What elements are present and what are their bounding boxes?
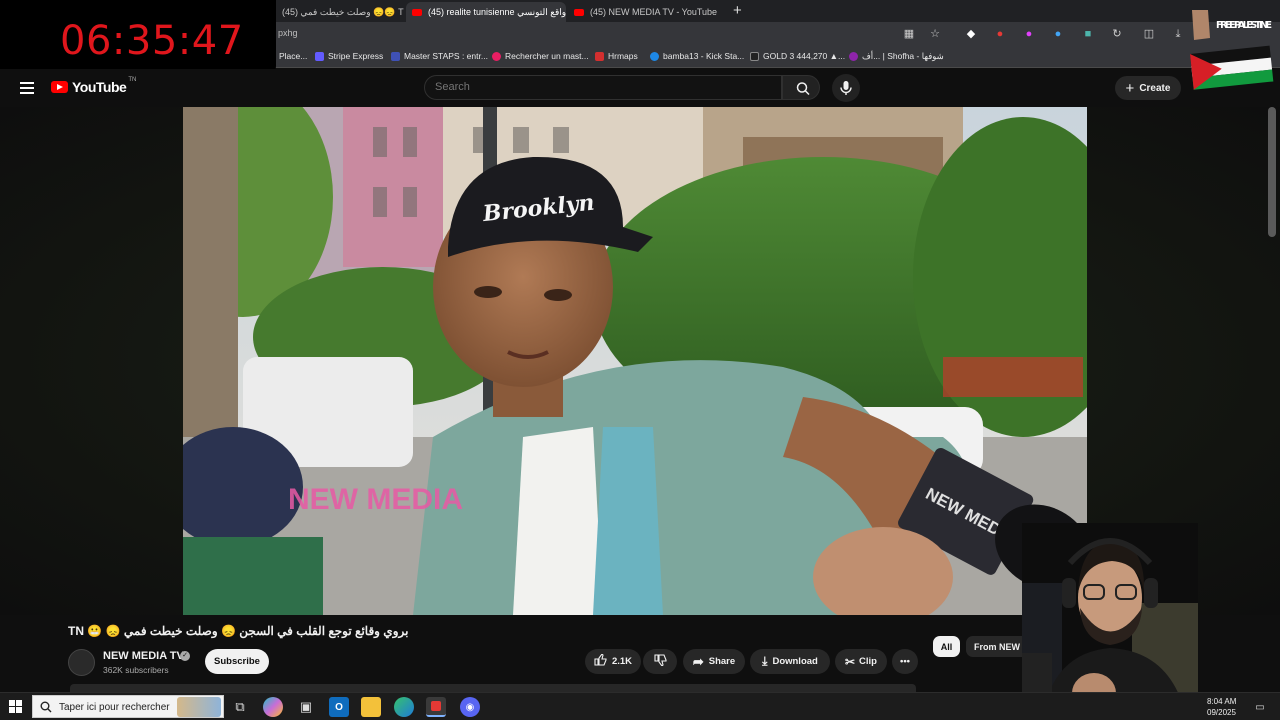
subscriber-count: 362K subscribers — [103, 665, 169, 675]
refresh-extension-icon[interactable]: ↻ — [1110, 27, 1124, 41]
youtube-header: YouTube TN + Create — [0, 69, 1280, 107]
search-icon — [40, 701, 52, 713]
search-icon — [796, 82, 810, 96]
bookmark-favicon-icon — [391, 51, 400, 61]
video-title: بروي وقائع توجع القلب في السجن 😞 وصلت خي… — [68, 624, 409, 638]
clock-time: 06:35:47 — [60, 18, 244, 64]
search-button[interactable] — [782, 75, 820, 100]
extension-icon[interactable]: ● — [1051, 27, 1065, 41]
more-actions-button[interactable]: ••• — [892, 649, 918, 674]
bookmark-item[interactable]: Hrmaps — [595, 51, 638, 61]
bookmark-favicon-icon — [650, 51, 659, 61]
microphone-icon — [840, 81, 852, 95]
task-view-icon[interactable]: ⧉ — [230, 697, 250, 717]
more-horizontal-icon: ••• — [900, 656, 910, 667]
taskbar-search-placeholder: Taper ici pour rechercher — [59, 702, 170, 713]
create-button[interactable]: + Create — [1115, 76, 1181, 100]
palestine-overlay-text: FREE PALESTINE — [1216, 20, 1272, 31]
channel-avatar[interactable] — [68, 649, 95, 676]
bookmark-star-icon[interactable]: ☆ — [928, 27, 942, 41]
share-icon: ➦ — [692, 653, 704, 669]
chip-from-channel[interactable]: From NEW — [966, 636, 1030, 657]
new-tab-icon[interactable]: + — [733, 2, 742, 19]
tab-realite-tunisienne[interactable]: (45) realite tunisienne واقع التونسي ✕ — [406, 2, 566, 22]
search-input[interactable] — [435, 81, 755, 93]
outlook-icon[interactable]: O — [329, 697, 349, 717]
youtube-logo[interactable]: YouTube TN — [51, 77, 137, 95]
install-app-icon[interactable]: ▦ — [902, 27, 916, 41]
tab-label: (45) realite tunisienne واقع التونسي — [428, 6, 566, 17]
youtube-favicon-icon — [412, 8, 422, 16]
download-icon[interactable]: ⤓ — [1171, 27, 1185, 41]
extension-icon[interactable]: ● — [993, 27, 1007, 41]
description-panel[interactable] — [70, 684, 916, 692]
youtube-play-icon — [51, 81, 68, 93]
verified-badge-icon: ✓ — [180, 651, 190, 661]
like-button[interactable]: 2.1K — [585, 649, 641, 674]
video-frame: Brooklyn NEW MEDIA NEW MEDIA — [183, 107, 1087, 615]
subscribe-button[interactable]: Subscribe — [205, 649, 269, 674]
youtube-wordmark: YouTube — [72, 79, 127, 95]
bookmark-item[interactable]: bamba13 - Kick Sta... — [650, 51, 744, 61]
close-icon[interactable]: ✕ — [717, 6, 724, 19]
chip-all[interactable]: All — [933, 636, 960, 657]
bookmark-item[interactable]: GOLD 3 444,270 ▲... — [750, 51, 845, 61]
store-icon[interactable]: ▣ — [296, 697, 316, 717]
taskbar-search[interactable]: Taper ici pour rechercher — [32, 695, 224, 718]
download-button[interactable]: ⤓ Download — [750, 649, 830, 674]
hamburger-menu-icon[interactable] — [20, 82, 34, 94]
copilot-icon[interactable] — [263, 697, 283, 717]
youtube-favicon-icon — [574, 8, 584, 16]
bookmark-favicon-icon — [849, 52, 858, 61]
video-watermark: NEW MEDIA — [288, 483, 463, 516]
streamer-webcam — [1022, 523, 1198, 720]
url-field[interactable]: pxhg — [278, 28, 298, 38]
free-palestine-overlay: FREE PALESTINE — [1190, 10, 1274, 90]
windows-taskbar: Taper ici pour rechercher ⧉ ▣ O ◉ 8:04 A… — [0, 692, 1280, 720]
channel-name[interactable]: NEW MEDIA TV — [103, 650, 184, 662]
thumbs-up-icon — [594, 653, 607, 669]
bookmark-item[interactable]: Master STAPS : entr... — [391, 51, 488, 61]
extension-icon[interactable]: ■ — [1081, 27, 1095, 41]
download-icon: ⤓ — [762, 654, 768, 668]
clip-button[interactable]: ✂ Clip — [835, 649, 887, 674]
search-box — [424, 75, 782, 100]
country-code: TN — [128, 77, 137, 83]
bookmark-item[interactable]: أف... | Shofha - شوفها — [849, 51, 944, 62]
bookmark-favicon-icon — [750, 51, 759, 61]
file-explorer-icon[interactable] — [361, 697, 381, 717]
tab-new-media-tv[interactable]: (45) NEW MEDIA TV - YouTube ✕ — [568, 2, 724, 22]
plus-icon: + — [1125, 79, 1135, 97]
bookmark-item[interactable]: Rechercher un mast... — [492, 51, 589, 61]
tab-label: (45) NEW MEDIA TV - YouTube — [590, 7, 718, 17]
video-player[interactable]: Brooklyn NEW MEDIA NEW MEDIA — [183, 107, 1087, 615]
bookmark-favicon-icon — [492, 51, 501, 61]
extension-icon[interactable]: ● — [1022, 27, 1036, 41]
tab-video-1[interactable]: (45) ‫TN 😞😞 وصلت خيطت فمي‬ ✕ — [276, 2, 404, 22]
voice-search-button[interactable] — [832, 74, 860, 102]
discord-icon[interactable]: ◉ — [460, 697, 480, 717]
tab-label: (45) ‫TN 😞😞 وصلت خيطت فمي‬ — [282, 6, 404, 17]
scissors-icon: ✂ — [844, 654, 856, 669]
dislike-button[interactable] — [643, 649, 677, 674]
split-view-icon[interactable]: ◫ — [1142, 27, 1156, 41]
edge-icon[interactable] — [394, 697, 414, 717]
thumbs-down-icon — [653, 654, 667, 669]
bookmark-favicon-icon — [315, 51, 324, 61]
share-button[interactable]: ➦ Share — [683, 649, 745, 674]
search-highlight-icon — [177, 697, 221, 717]
bookmark-favicon-icon — [595, 51, 604, 61]
stream-clock-overlay: 06:35:47 — [0, 0, 276, 76]
bookmark-item[interactable]: Place... — [279, 51, 307, 61]
extension-icon[interactable]: ◆ — [964, 27, 978, 41]
system-clock[interactable]: 8:04 AM 09/2025 — [1207, 696, 1236, 718]
bookmark-item[interactable]: Stripe Express — [315, 51, 383, 61]
notifications-icon[interactable]: ▭ — [1250, 697, 1270, 717]
windows-start-icon[interactable] — [9, 700, 23, 714]
page-scrollbar[interactable] — [1268, 107, 1276, 237]
browser-app-icon[interactable] — [426, 697, 446, 717]
